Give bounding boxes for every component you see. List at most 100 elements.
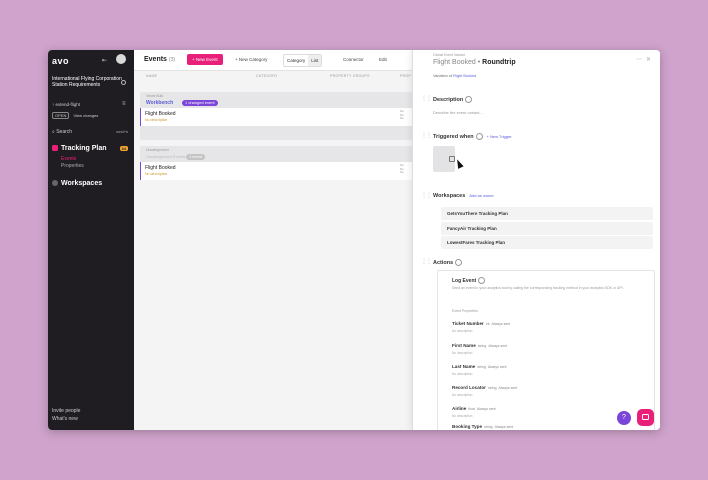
property-name: Ticket Number xyxy=(452,321,484,326)
workspaces-icon xyxy=(52,180,58,187)
new-category-button[interactable]: + New Category xyxy=(232,54,270,65)
property-presence[interactable]: Always sent xyxy=(492,322,511,326)
add-owner-link[interactable]: Add as owner xyxy=(469,193,493,198)
collapse-icon[interactable]: ⇤ xyxy=(102,57,107,64)
property-row[interactable]: Booking Type string Always sent xyxy=(452,424,648,430)
drag-handle-icon[interactable]: ⋮⋮ xyxy=(421,95,432,102)
info-icon[interactable] xyxy=(475,133,483,140)
branch-name[interactable]: ↑ extend-flight xyxy=(52,102,128,107)
close-icon[interactable]: ✕ xyxy=(646,57,655,63)
sidebar-item-workspaces[interactable]: Workspaces xyxy=(52,180,102,187)
avatar[interactable] xyxy=(116,54,126,64)
tracking-plan-label: Tracking Plan xyxy=(61,145,107,152)
menu-icon[interactable]: ≡ xyxy=(122,101,126,107)
workspace-item-label: GetsYouThere Tracking Plan xyxy=(447,211,508,216)
workspaces-label: Workspaces xyxy=(61,180,103,187)
property-name: Last Name xyxy=(452,364,476,369)
col-name[interactable]: NAME xyxy=(146,74,157,78)
actions-section: Actions xyxy=(433,259,463,266)
app-window: avo ⇤ International Flying Corporation S… xyxy=(48,50,660,430)
group-badge: 1 event xyxy=(186,154,206,160)
info-icon[interactable] xyxy=(465,96,473,103)
variant-of-link[interactable]: Flight Booked xyxy=(453,74,476,78)
view-toggle-list[interactable]: List xyxy=(308,55,322,66)
property-type: float xyxy=(468,407,475,411)
branch-actions: OPEN View changes xyxy=(52,112,98,119)
sidebar-item-properties[interactable]: Properties xyxy=(61,163,84,169)
whats-new-link[interactable]: What's new xyxy=(52,416,78,422)
sidebar: avo ⇤ International Flying Corporation S… xyxy=(48,50,134,430)
property-name: Booking Type xyxy=(452,424,483,429)
col-properties[interactable]: PROP xyxy=(400,74,411,78)
property-row[interactable]: First Name string Always sent No descriptio… xyxy=(452,343,648,355)
property-row[interactable]: Record Locator string Always sent No descri… xyxy=(452,385,648,397)
property-description: No description xyxy=(452,351,473,355)
info-icon[interactable] xyxy=(455,259,463,266)
panel-title-variant: Roundtrip xyxy=(482,59,516,66)
sidebar-item-tracking-plan[interactable]: Tracking Plan 34 xyxy=(52,145,128,152)
view-toggle-category[interactable]: Category xyxy=(284,55,308,66)
workspaces-section: Workspaces Add as owner xyxy=(433,193,494,199)
edit-button[interactable]: Edit xyxy=(376,54,390,65)
property-presence[interactable]: Always sent xyxy=(477,407,496,411)
drag-handle-icon[interactable]: ⋮⋮ xyxy=(421,192,432,199)
page-title-text: Events xyxy=(144,56,167,63)
property-type: string xyxy=(477,365,486,369)
panel-title-base: Flight Booked xyxy=(433,59,476,66)
log-event-description: Send an event to your analytics tool by … xyxy=(452,286,624,290)
col-property-groups[interactable]: PROPERTY GROUPS xyxy=(330,74,370,78)
property-presence[interactable]: Always sent xyxy=(495,425,514,429)
table-row[interactable]: Flight Booked No description No No No xyxy=(140,108,412,126)
page-title: Events (3) xyxy=(144,56,175,63)
property-presence[interactable]: Always sent xyxy=(499,386,518,390)
connector-button[interactable]: Connector xyxy=(340,54,367,65)
mouse-cursor-icon xyxy=(454,158,464,169)
trigger-thumbnail[interactable] xyxy=(433,146,464,172)
info-icon[interactable] xyxy=(478,277,486,284)
variant-of-prefix: Variation of xyxy=(433,74,452,78)
group-name[interactable]: Workbench xyxy=(146,100,173,106)
drag-handle-icon[interactable]: ⋮⋮ xyxy=(421,258,432,265)
property-row[interactable]: Last Name string Always sent No description xyxy=(452,364,648,376)
event-name: Flight Booked xyxy=(145,111,176,117)
log-event-label: Log Event xyxy=(452,277,477,284)
workspace-item[interactable]: LowestFares Tracking Plan xyxy=(441,236,653,249)
search-button[interactable]: ⌕ Search cmd+k xyxy=(52,129,128,135)
chat-button[interactable] xyxy=(637,409,654,426)
property-name: Airline xyxy=(452,406,467,411)
event-count: (3) xyxy=(168,57,176,63)
workspace-item[interactable]: GetsYouThere Tracking Plan xyxy=(441,207,653,220)
more-icon[interactable]: ⋯ xyxy=(636,57,646,63)
event-variant-panel: Global Event Variant Flight Booked • Rou… xyxy=(412,50,660,430)
event-properties-label: Event Properties xyxy=(452,309,478,313)
drag-handle-icon[interactable]: ⋮⋮ xyxy=(421,132,432,139)
property-presence[interactable]: Always sent xyxy=(488,365,507,369)
property-description: No description xyxy=(452,372,473,376)
table-row[interactable]: Flight Booked No description No No No xyxy=(140,162,412,180)
property-type: string xyxy=(487,386,497,390)
col-category[interactable]: CATEGORY xyxy=(256,74,278,78)
description-input[interactable]: Describe the event variant... xyxy=(433,110,483,115)
branch-status-badge: OPEN xyxy=(52,112,70,119)
invite-people-link[interactable]: Invite people xyxy=(52,408,80,414)
tracking-plan-badge: 34 xyxy=(119,146,128,151)
description-section: Description xyxy=(433,96,473,103)
row-trail: No No No xyxy=(400,109,404,121)
search-icon: ⌕ xyxy=(52,129,55,135)
new-event-button[interactable]: + New Event xyxy=(187,54,223,65)
group-name[interactable]: Uncategorized Events xyxy=(146,154,185,159)
panel-title: Flight Booked • Roundtrip xyxy=(433,59,516,66)
workspace-name[interactable]: International Flying Corporation Station… xyxy=(52,76,122,88)
workspace-item[interactable]: FancyAir Tracking Plan xyxy=(441,222,653,235)
view-changes-link[interactable]: View changes xyxy=(73,113,98,118)
variant-of: Variation of Flight Booked xyxy=(433,74,476,78)
sidebar-item-events[interactable]: Events xyxy=(61,156,76,162)
property-row[interactable]: Ticket Number int Always sent No descriptio… xyxy=(452,321,648,333)
property-presence[interactable]: Always sent xyxy=(488,344,507,348)
property-description: No description xyxy=(452,393,473,397)
property-type: int xyxy=(485,322,490,326)
gear-icon[interactable] xyxy=(121,80,126,85)
property-name: Record Locator xyxy=(452,385,486,390)
new-trigger-button[interactable]: + New Trigger xyxy=(487,134,512,139)
help-button[interactable]: ? xyxy=(617,411,631,425)
